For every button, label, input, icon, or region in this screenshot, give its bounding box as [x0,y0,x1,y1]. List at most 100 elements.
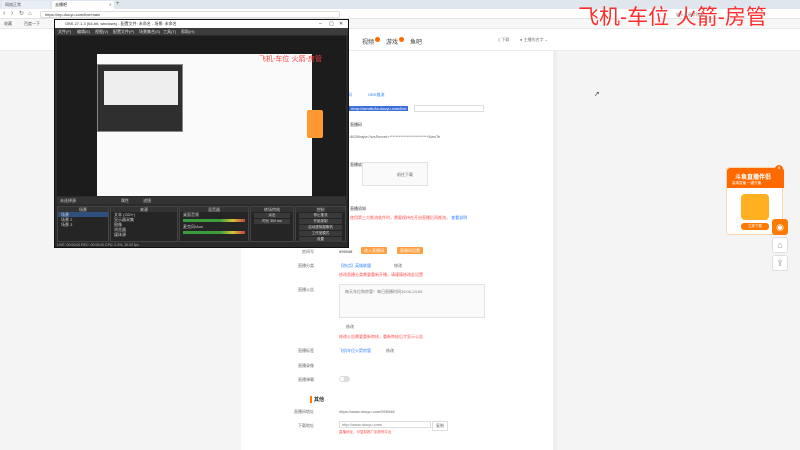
nav-yuba[interactable]: 鱼吧 [410,37,422,46]
room-label: 房间号 [302,249,314,254]
user-menu[interactable]: ● 主播的名字 ⌄ [520,37,548,43]
forward-icon[interactable]: › [11,10,13,18]
obs-menu-bar: 文件(F) 编辑(E) 视图(V) 配置文件(P) 场景集合(S) 工具(T) … [55,28,348,35]
flash-url-field[interactable]: http://www.douyu.com/ [339,421,431,428]
obs-window: OBS 27.1.3 (64-bit, windows) - 配置文件: 未命名… [54,19,349,248]
bookmark-item[interactable]: 百度一下 [24,21,40,27]
code-value[interactable]: 8826hajsn?wsSecret=*********************… [350,134,440,139]
live-icon[interactable]: ◉ [772,219,788,235]
stop-stream-button[interactable]: 停止推流 [299,213,342,218]
ad-download-button[interactable]: 立即下载 [741,223,769,230]
note-link[interactable]: 查看说明 [451,215,467,220]
nav-game[interactable]: 游戏 [386,37,405,46]
rtmp-url-field[interactable] [414,105,484,112]
avatar: ● [520,37,523,42]
no-source-label: 未选择源 [60,198,76,203]
tab-label: 网络正常 [5,2,21,7]
menu-file[interactable]: 文件(F) [58,28,71,35]
nav-video[interactable]: 视频 [362,37,381,46]
badge-dot [375,37,381,42]
close-icon[interactable]: ✕ [339,20,343,28]
note-text-body: 使用第三方推流软件时，需要保持在开启直播后再推流， [350,215,450,220]
flash-note: 直播地址，可复制推广到其他平台 [339,430,392,434]
username: 主播的名字 [523,37,544,42]
transitions-dock: 转场特效 淡出 时长 300 ms [250,206,294,242]
panel-edge [553,51,557,450]
stream-overlay-title: 飞机-车位 火箭-房管 [578,5,767,29]
menu-tools[interactable]: 工具(T) [163,28,176,35]
other-section-title: 其他 [310,396,324,403]
notice-warning: 修改公告需要重新审核，重新审核后才显示公告 [339,334,423,339]
mixer-dock: 混音器 桌面音频 麦克风/Aux [179,206,249,242]
room-settings-button[interactable]: 直播间设置 [397,247,423,254]
bookmark-item[interactable]: 收藏 [4,21,12,27]
home-icon[interactable]: ⌂ [772,237,788,253]
browser-tab-active[interactable]: 去播吧 ✕ [52,1,114,9]
download-label: 下载 [501,37,510,42]
close-icon[interactable]: × [775,165,783,173]
controls-header: 控制 [296,207,345,212]
chevron-down-icon: ⌄ [544,37,549,42]
mouse-cursor-icon: ➚ [594,91,600,98]
tab-label: 去播吧 [55,2,67,7]
note-text: 使用第三方推流软件时，需要保持在开启直播后再推流， 查看说明 [350,215,467,221]
menu-scene-collection[interactable]: 场景集合(S) [139,28,160,35]
screen: 网络正常 去播吧 ✕ + ‹ › ↻ ⌂ https://mp.douyu.co… [0,0,800,450]
back-icon[interactable]: ‹ [3,10,5,18]
virtual-camera-button[interactable]: 启动虚拟摄像机 [299,225,342,230]
mixer-channel-label: 桌面音频 [183,212,199,217]
obs-preview[interactable]: 飞机-车位 火箭-房管 [57,36,346,196]
close-icon[interactable]: ✕ [109,2,112,7]
tag-value[interactable]: 飞机车位火箭房管 [339,348,371,354]
danmu-toggle[interactable] [339,376,350,382]
home-icon[interactable]: ⌂ [28,10,32,18]
scene-item[interactable]: 场景 3 [58,222,108,227]
preview-nested-page [104,71,178,105]
notice-textarea[interactable]: 每天车位和房管！每日直播时间19:00-24:00 [339,284,485,318]
transitions-header: 转场特效 [251,207,293,212]
transition-select[interactable]: 淡出 [254,213,290,218]
obs-title-bar: OBS 27.1.3 (64-bit, windows) - 配置文件: 未命名… [55,20,348,28]
studio-mode-button[interactable]: 工作室模式 [299,231,342,236]
share-icon[interactable]: ⇪ [772,255,788,271]
category-value[interactable]: 【热点】英雄联盟 [339,263,371,269]
category-edit[interactable]: 修改 [394,263,402,269]
copy-button[interactable]: 复制 [432,421,448,431]
maximize-icon[interactable]: ▢ [329,20,334,28]
menu-edit[interactable]: 编辑(E) [77,28,90,35]
overlay-subtitle: 输入关键字搜索 [676,12,704,17]
volume-meter[interactable] [183,219,245,222]
menu-view[interactable]: 视图(V) [95,28,108,35]
address-bar[interactable]: https://mp.douyu.com/live/main [40,11,340,18]
source-item[interactable]: 媒体源 [111,232,177,237]
rtmp-url[interactable]: rtmp://sendtc3a.douyu.com/live [349,106,409,111]
record-label: 直播录像 [298,363,314,368]
nav-label: 游戏 [386,40,399,46]
menu-profile[interactable]: 配置文件(P) [113,28,134,35]
tag-edit[interactable]: 修改 [386,348,394,354]
mixer-channel-label: 麦克风/Aux [183,224,204,229]
browser-tab[interactable]: 网络正常 [2,1,50,9]
volume-meter[interactable] [183,231,245,234]
notice-edit[interactable]: 修改 [346,324,354,330]
download-tool-button[interactable]: 前往下载 [397,172,413,178]
enter-room-button[interactable]: 进入直播间 [361,247,387,254]
obs-source-toolbar: 未选择源 属性 滤镜 [57,197,346,204]
share-label: 直播间地址 [294,409,314,414]
settings-button[interactable]: 设置 [299,237,342,242]
new-tab-icon[interactable]: + [116,1,120,7]
obs-title: OBS 27.1.3 (64-bit, windows) - 配置文件: 未命名… [65,21,177,26]
menu-help[interactable]: 帮助(H) [181,28,195,35]
filters-button[interactable]: 滤镜 [143,197,151,204]
share-url[interactable]: https://www.douyu.com/995948 [339,409,395,414]
start-recording-button[interactable]: 开始录制 [299,219,342,224]
transition-duration[interactable]: 时长 300 ms [254,219,290,224]
preview-nested-obs [97,64,183,132]
refresh-icon[interactable]: ↻ [19,10,24,18]
download-link[interactable]: ▯ 下载 [498,37,509,43]
nav-label: 鱼吧 [410,40,423,46]
nav-label: 视频 [362,40,375,46]
properties-button[interactable]: 属性 [121,197,129,204]
minimize-icon[interactable]: – [319,20,322,28]
rtmp-tab-obs[interactable]: OBS推流 [368,92,384,98]
